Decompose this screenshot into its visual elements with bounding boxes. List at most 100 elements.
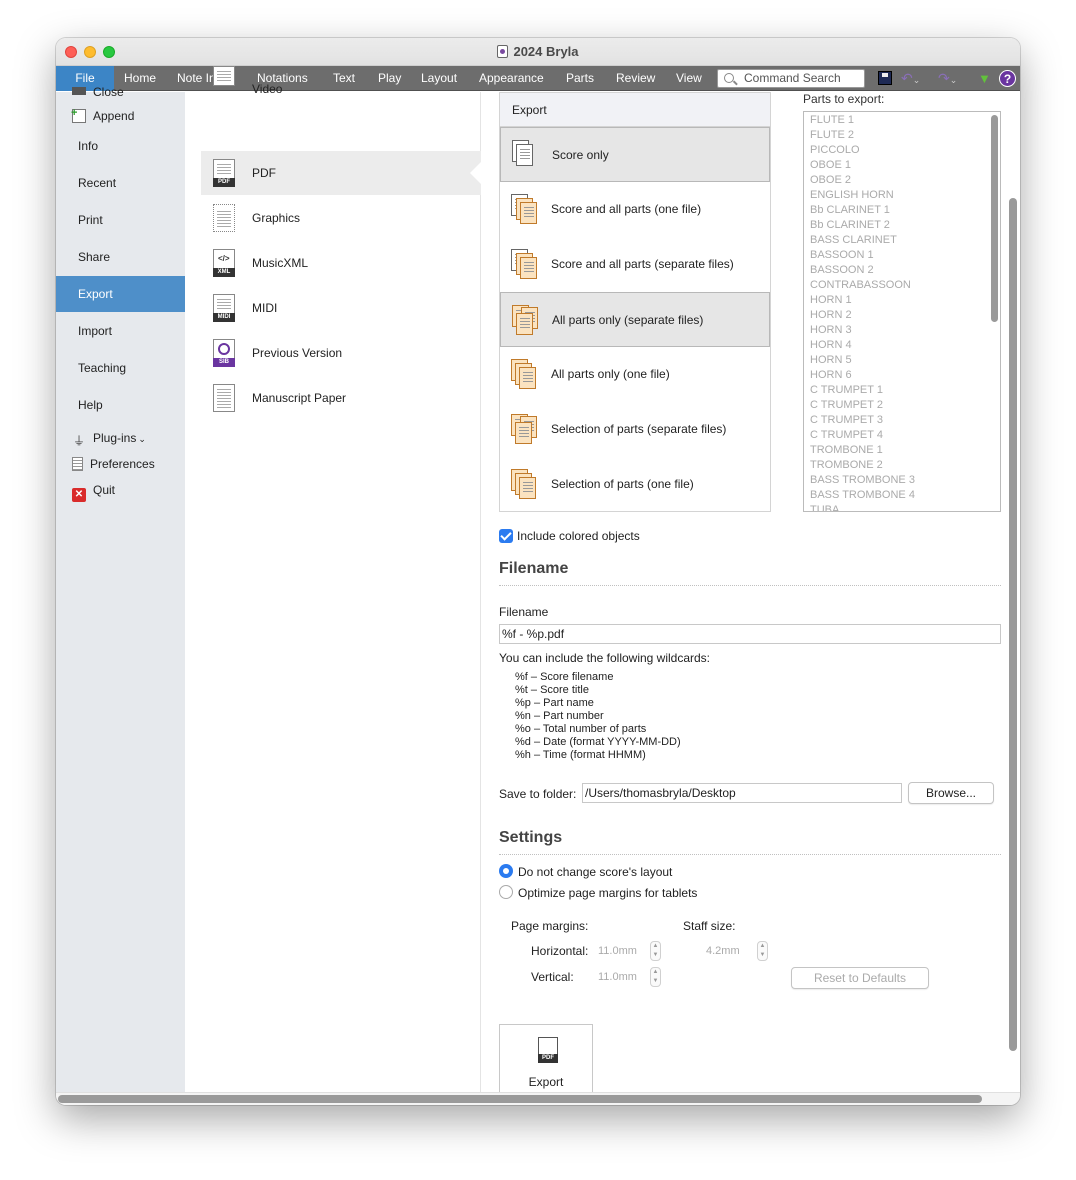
staff-size-label: Staff size: (683, 919, 736, 933)
sidebar-item-share[interactable]: Share (56, 239, 185, 275)
format-item-previous-version[interactable]: SIB Previous Version (201, 331, 481, 375)
tab-review[interactable]: Review (608, 66, 663, 91)
part-list-item[interactable]: Bb CLARINET 2 (810, 218, 890, 233)
part-list-item[interactable]: C TRUMPET 1 (810, 383, 883, 398)
redo-icon[interactable]: ↷⌄ (938, 69, 957, 88)
part-list-item[interactable]: HORN 2 (810, 308, 852, 323)
horizontal-margin-stepper[interactable]: 11.0mm ▲ ▼ (598, 941, 664, 961)
export-button[interactable]: PDF Export (499, 1024, 593, 1096)
radio-keep-layout-label[interactable]: Do not change score's layout (518, 865, 672, 879)
stepper-arrows-icon[interactable]: ▲ ▼ (650, 967, 661, 987)
part-list-item[interactable]: TUBA (810, 503, 839, 511)
format-item-manuscript-paper[interactable]: Manuscript Paper (201, 376, 481, 420)
filename-label: Filename (499, 605, 549, 619)
command-search-input[interactable]: Command Search (717, 69, 865, 88)
parts-list-scrollbar[interactable] (991, 115, 998, 322)
selection-separate-icon (511, 414, 537, 446)
filename-section-title: Filename (499, 560, 569, 577)
part-list-item[interactable]: HORN 6 (810, 368, 852, 383)
radio-keep-layout[interactable] (499, 864, 513, 878)
sidebar-item-close[interactable]: Close (72, 82, 124, 102)
part-list-item[interactable]: OBOE 2 (810, 173, 851, 188)
dropdown-arrow-icon[interactable]: ▼ (978, 69, 991, 88)
vertical-margin-stepper[interactable]: 11.0mm ▲ ▼ (598, 967, 664, 987)
part-list-item[interactable]: HORN 4 (810, 338, 852, 353)
part-list-item[interactable]: PICCOLO (810, 143, 860, 158)
stepper-arrows-icon[interactable]: ▲ ▼ (757, 941, 768, 961)
browse-button[interactable]: Browse... (908, 782, 994, 804)
export-option-score-only-label: Score only (552, 148, 609, 162)
format-item-pdf[interactable]: PDF PDF (201, 151, 482, 195)
export-option-score-only[interactable]: Score only (500, 127, 770, 182)
part-list-item[interactable]: TROMBONE 1 (810, 443, 883, 458)
all-parts-separate-icon (512, 305, 538, 337)
horizontal-scrollbar[interactable] (58, 1095, 982, 1103)
part-list-item[interactable]: OBOE 1 (810, 158, 851, 173)
part-list-item[interactable]: CONTRABASSOON (810, 278, 911, 293)
sidebar-item-teaching[interactable]: Teaching (56, 350, 185, 386)
export-option-selection-one-file[interactable]: Selection of parts (one file) (500, 457, 770, 512)
export-option-selection-separate[interactable]: Selection of parts (separate files) (500, 402, 770, 457)
part-list-item[interactable]: BASSOON 2 (810, 263, 874, 278)
include-colored-label[interactable]: Include colored objects (517, 529, 640, 543)
radio-optimize-tablets[interactable] (499, 885, 513, 899)
staff-size-stepper[interactable]: 4.2mm ▲ ▼ (706, 941, 772, 961)
part-list-item[interactable]: ENGLISH HORN (810, 188, 894, 203)
export-option-selection-one-file-label: Selection of parts (one file) (551, 477, 694, 491)
part-list-item[interactable]: BASSOON 1 (810, 248, 874, 263)
export-option-score-all-parts-one-file[interactable]: Score and all parts (one file) (500, 182, 770, 237)
format-item-video[interactable]: Video (201, 66, 481, 96)
sidebar-item-export[interactable]: Export (56, 276, 185, 312)
sidebar-item-print[interactable]: Print (56, 202, 185, 238)
sidebar-item-append[interactable]: + Append (71, 106, 134, 126)
sidebar-item-quit[interactable]: ✕ Quit (72, 480, 116, 502)
part-list-item[interactable]: HORN 3 (810, 323, 852, 338)
part-list-item[interactable]: FLUTE 1 (810, 113, 854, 128)
part-list-item[interactable]: HORN 1 (810, 293, 852, 308)
part-list-item[interactable]: C TRUMPET 4 (810, 428, 883, 443)
tab-appearance[interactable]: Appearance (471, 66, 552, 91)
all-parts-one-file-icon (511, 359, 537, 391)
reset-to-defaults-button[interactable]: Reset to Defaults (791, 967, 929, 989)
save-icon[interactable] (878, 71, 892, 85)
part-list-item[interactable]: BASS CLARINET (810, 233, 897, 248)
tab-view[interactable]: View (668, 66, 710, 91)
export-option-all-parts-separate[interactable]: All parts only (separate files) (500, 292, 770, 347)
tab-parts[interactable]: Parts (558, 66, 602, 91)
radio-optimize-tablets-label[interactable]: Optimize page margins for tablets (518, 886, 697, 900)
part-list-item[interactable]: C TRUMPET 2 (810, 398, 883, 413)
sidebar-item-quit-label: Quit (93, 483, 116, 497)
parts-list[interactable]: FLUTE 1 FLUTE 2 PICCOLO OBOE 1 OBOE 2 ENGLISH… (803, 111, 1001, 512)
part-list-item[interactable]: C TRUMPET 3 (810, 413, 883, 428)
stepper-arrows-icon[interactable]: ▲ ▼ (650, 941, 661, 961)
export-option-all-parts-one-file[interactable]: All parts only (one file) (500, 347, 770, 402)
pdf-icon: PDF (213, 159, 235, 187)
title-bar: 2024 Bryla (56, 38, 1020, 66)
sidebar-item-info[interactable]: Info (56, 128, 185, 164)
format-item-midi[interactable]: MIDI MIDI (201, 286, 481, 330)
part-list-item[interactable]: Bb CLARINET 1 (810, 203, 890, 218)
filename-input[interactable]: %f - %p.pdf (499, 624, 1001, 644)
part-list-item[interactable]: FLUTE 2 (810, 128, 854, 143)
part-list-item[interactable]: TROMBONE 2 (810, 458, 883, 473)
include-colored-checkbox[interactable] (499, 529, 513, 543)
video-icon (213, 66, 235, 86)
part-list-item[interactable]: HORN 5 (810, 353, 852, 368)
sidebar-item-plugins[interactable]: ⏚ Plug-ins ⌄ (72, 428, 146, 448)
format-item-musicxml[interactable]: </> XML MusicXML (201, 241, 481, 285)
help-icon[interactable]: ? (999, 70, 1016, 87)
staff-size-value: 4.2mm (706, 945, 740, 957)
save-folder-input[interactable]: /Users/thomasbryla/Desktop (582, 783, 902, 803)
undo-icon[interactable]: ↶⌄ (901, 69, 920, 88)
sidebar-item-preferences[interactable]: Preferences (72, 454, 155, 474)
sidebar-item-help[interactable]: Help (56, 387, 185, 423)
part-list-item[interactable]: BASS TROMBONE 4 (810, 488, 915, 503)
wildcard-item: %n – Part number (515, 710, 604, 722)
vertical-scrollbar[interactable] (1009, 198, 1017, 1051)
format-item-graphics[interactable]: Graphics (201, 196, 481, 240)
export-option-score-all-parts-separate[interactable]: Score and all parts (separate files) (500, 237, 770, 292)
part-list-item[interactable]: BASS TROMBONE 3 (810, 473, 915, 488)
sidebar-item-import[interactable]: Import (56, 313, 185, 349)
sidebar-item-recent[interactable]: Recent (56, 165, 185, 201)
close-document-icon (72, 87, 86, 95)
